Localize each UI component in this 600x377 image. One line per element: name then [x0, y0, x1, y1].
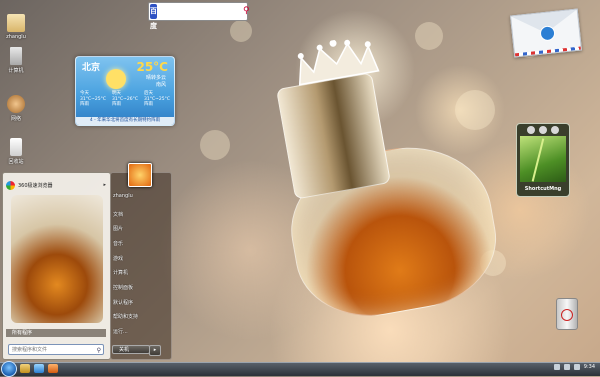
- shutdown-options-button[interactable]: ▸: [149, 345, 161, 356]
- desktop-icon-user[interactable]: zhanglu: [2, 14, 30, 40]
- shutdown-button[interactable]: 关机 ▸: [112, 345, 161, 356]
- start-item-run[interactable]: 运行...: [113, 328, 128, 335]
- taskbar: [0, 362, 600, 376]
- taskbar-clock[interactable]: 9:34: [584, 364, 595, 370]
- forecast-day: 明天 31°C~26°C 阵雨: [112, 91, 138, 108]
- baidu-search-gadget: 百度 ⚲: [148, 2, 250, 30]
- shortcut-widget-label: ShortcutMng: [524, 186, 562, 192]
- recycle-bin-gadget[interactable]: [556, 298, 578, 330]
- sunny-icon: [106, 69, 126, 89]
- flag-tray-icon[interactable]: [574, 364, 580, 370]
- weather-wind-text: 南风: [155, 82, 166, 88]
- start-search-placeholder: 搜索程序和文件: [12, 347, 48, 353]
- mail-icon: [539, 25, 556, 42]
- forecast-day-cond: 阵雨: [111, 102, 121, 107]
- weather-gadget[interactable]: 北京 25°C 晴转多云 南风 今天 31°C~25°C 阵雨 明天 31°C~…: [75, 56, 175, 126]
- desktop-icon-label: zhanglu: [6, 34, 26, 40]
- network-tray-icon[interactable]: [554, 364, 560, 370]
- desktop-icon-network[interactable]: 网络: [2, 95, 30, 122]
- volume-tray-icon[interactable]: [564, 364, 570, 370]
- search-icon: ⚲: [96, 347, 101, 354]
- gadget-button[interactable]: [527, 126, 535, 134]
- start-item-music[interactable]: 音乐: [113, 240, 123, 247]
- wallpaper-bottle-neck: [276, 72, 391, 200]
- desktop-icon-label: 网络: [10, 116, 21, 122]
- search-button[interactable]: ⚲: [243, 5, 250, 18]
- avatar[interactable]: [128, 163, 152, 187]
- user-folder-icon: [7, 14, 25, 32]
- desktop-icon-recycle-bin[interactable]: 回收站: [2, 138, 30, 165]
- forecast-day: 后天 31°C~25°C 阵雨: [144, 91, 170, 108]
- search-input[interactable]: [159, 4, 241, 19]
- desktop-icon-label: 计算机: [8, 68, 24, 74]
- computer-icon: [10, 47, 22, 65]
- chevron-right-icon[interactable]: ▸: [103, 182, 106, 188]
- bokeh-light: [200, 130, 230, 160]
- start-menu-wallpaper-preview: [11, 195, 103, 323]
- forecast-day-cond: 阵雨: [143, 102, 153, 107]
- bokeh-light: [455, 90, 495, 130]
- start-item-user[interactable]: zhanglu: [113, 193, 133, 199]
- media-taskbar-icon[interactable]: [48, 364, 58, 373]
- desktop-icon-computer[interactable]: 计算机: [2, 47, 30, 74]
- system-tray: [554, 364, 580, 370]
- forecast-day: 今天 31°C~25°C 阵雨: [80, 91, 106, 108]
- pinned-app-360-browser[interactable]: 360极速浏览器 ▸: [6, 179, 106, 191]
- weather-condition: 晴转多云 南风: [146, 75, 166, 89]
- airmail-stripe: [514, 46, 581, 57]
- bokeh-light: [230, 20, 252, 42]
- shutdown-label: 关机: [119, 347, 130, 353]
- start-item-documents[interactable]: 文档: [113, 211, 123, 218]
- start-item-pictures[interactable]: 图片: [113, 225, 123, 232]
- start-menu: 360极速浏览器 ▸ 所有程序 搜索程序和文件 ⚲: [2, 172, 172, 361]
- shortcut-manager-gadget[interactable]: ShortcutMng: [516, 123, 570, 197]
- start-item-games[interactable]: 游戏: [113, 255, 123, 262]
- forecast-day-cond: 阵雨: [80, 102, 89, 107]
- explorer-taskbar-icon[interactable]: [20, 364, 30, 373]
- weather-city: 北京: [82, 63, 101, 73]
- recycle-bin-icon: [10, 138, 22, 156]
- start-menu-programs-pane: 360极速浏览器 ▸ 所有程序 搜索程序和文件 ⚲: [2, 172, 111, 360]
- browser-taskbar-icon[interactable]: [34, 364, 44, 373]
- browser-360-icon: [6, 180, 15, 190]
- weather-forecast: 今天 31°C~25°C 阵雨 明天 31°C~26°C 阵雨 后天 31°C~…: [80, 91, 170, 108]
- mail-gadget[interactable]: [509, 8, 583, 58]
- weather-temperature: 25°C: [136, 60, 168, 74]
- pinned-app-label: 360极速浏览器: [18, 182, 53, 189]
- gadget-button[interactable]: [551, 126, 559, 134]
- start-item-computer[interactable]: 计算机: [113, 269, 128, 276]
- weather-news-ticker[interactable]: 4 - 年来华北将首度有长期特约阵雨: [76, 117, 174, 125]
- start-item-help[interactable]: 帮助和支持: [113, 313, 138, 320]
- bokeh-light: [415, 22, 443, 50]
- no-entry-icon: [561, 309, 573, 321]
- weather-condition-text: 晴转多云: [145, 75, 166, 81]
- start-item-control-panel[interactable]: 控制面板: [113, 284, 133, 291]
- network-icon: [7, 95, 25, 113]
- desktop-icon-label: 回收站: [8, 159, 24, 165]
- all-programs-button[interactable]: 所有程序: [6, 329, 106, 337]
- start-search-box[interactable]: 搜索程序和文件 ⚲: [8, 344, 104, 355]
- gadget-button[interactable]: [539, 126, 547, 134]
- baidu-logo: 百度: [150, 4, 157, 30]
- start-item-default-programs[interactable]: 默认程序: [113, 299, 133, 306]
